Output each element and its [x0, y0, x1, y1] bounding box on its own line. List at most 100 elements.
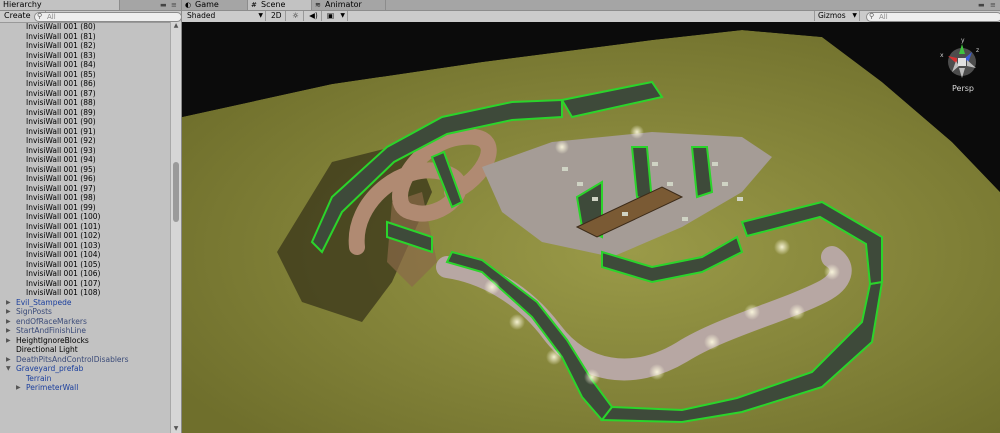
expand-right-icon[interactable]: ▶ [6, 307, 11, 317]
search-icon: ⚲ [869, 12, 875, 20]
hierarchy-item-invisiwall[interactable]: InvisiWall 001 (93) [0, 146, 170, 156]
audio-icon: ◀) [309, 11, 318, 20]
2d-toggle-button[interactable]: 2D [268, 11, 286, 21]
panel-menu-icon[interactable]: ≡ [171, 1, 177, 9]
hierarchy-tabbar: Hierarchy ▬ ≡ [0, 0, 181, 11]
gizmos-label: Gizmos [818, 11, 846, 20]
hierarchy-item-heightignoreblocks[interactable]: ▶ HeightIgnoreBlocks [0, 336, 170, 346]
scrollbar-thumb[interactable] [173, 162, 179, 222]
2d-label: 2D [271, 11, 282, 20]
lighting-toggle-button[interactable]: ☼ [288, 11, 304, 21]
expand-right-icon[interactable]: ▶ [6, 326, 11, 336]
hierarchy-item-invisiwall[interactable]: InvisiWall 001 (107) [0, 279, 170, 289]
tab-animator-label: Animator [325, 0, 362, 9]
hierarchy-item-invisiwall[interactable]: InvisiWall 001 (104) [0, 250, 170, 260]
tab-hierarchy[interactable]: Hierarchy [0, 0, 120, 10]
gizmo-z-label: z [976, 47, 979, 54]
hierarchy-item-invisiwall[interactable]: InvisiWall 001 (95) [0, 165, 170, 175]
tab-animator[interactable]: ≋ Animator [312, 0, 386, 10]
hierarchy-tree: InvisiWall 001 (80) InvisiWall 001 (81) In… [0, 22, 170, 433]
effects-dropdown[interactable]: ▣ ▼ [324, 11, 348, 21]
hierarchy-item-invisiwall[interactable]: InvisiWall 001 (89) [0, 108, 170, 118]
expand-right-icon[interactable]: ▶ [6, 317, 11, 327]
hierarchy-item-deathpitsandcontroldisablers[interactable]: ▶ DeathPitsAndControlDisablers [0, 355, 170, 365]
hierarchy-item-invisiwall[interactable]: InvisiWall 001 (97) [0, 184, 170, 194]
hierarchy-item-invisiwall[interactable]: InvisiWall 001 (99) [0, 203, 170, 213]
hierarchy-item-invisiwall[interactable]: InvisiWall 001 (98) [0, 193, 170, 203]
hierarchy-search-input[interactable]: ⚲ All [34, 12, 182, 22]
hierarchy-item-label: Directional Light [16, 345, 78, 354]
hierarchy-item-perimeterwall[interactable]: ▶ PerimeterWall [0, 383, 170, 393]
game-icon: ◐ [185, 1, 192, 9]
tab-game-label: Game [195, 0, 219, 9]
gizmos-dropdown[interactable]: Gizmos ▼ [814, 11, 860, 21]
hierarchy-item-invisiwall[interactable]: InvisiWall 001 (80) [0, 22, 170, 32]
perspective-label[interactable]: Persp [952, 84, 974, 93]
hierarchy-item-label: PerimeterWall [26, 383, 79, 392]
lock-icon[interactable]: ▬ [160, 1, 167, 9]
scene-render: y x z [182, 22, 1000, 433]
hierarchy-item-directional-light[interactable]: Directional Light [0, 345, 170, 355]
hierarchy-item-invisiwall[interactable]: InvisiWall 001 (108) [0, 288, 170, 298]
hierarchy-item-invisiwall[interactable]: InvisiWall 001 (85) [0, 70, 170, 80]
hierarchy-item-label: Terrain [26, 373, 52, 383]
scene-viewport[interactable]: y x z Persp [182, 22, 1000, 433]
audio-toggle-button[interactable]: ◀) [306, 11, 322, 21]
hierarchy-item-startandfinishline[interactable]: ▶ StartAndFinishLine [0, 326, 170, 336]
hierarchy-item-invisiwall[interactable]: InvisiWall 001 (96) [0, 174, 170, 184]
shading-mode-dropdown[interactable]: Shaded ▼ [184, 11, 266, 21]
hierarchy-item-invisiwall[interactable]: InvisiWall 001 (103) [0, 241, 170, 251]
hierarchy-item-label: SignPosts [16, 307, 52, 316]
expand-right-icon[interactable]: ▶ [6, 298, 11, 308]
scroll-up-icon[interactable]: ▲ [171, 22, 181, 30]
hierarchy-item-label: endOfRaceMarkers [16, 316, 87, 326]
image-effects-icon: ▣ [327, 11, 335, 20]
expand-right-icon[interactable]: ▶ [6, 336, 11, 346]
hierarchy-item-invisiwall[interactable]: InvisiWall 001 (87) [0, 89, 170, 99]
hierarchy-panel: Hierarchy ▬ ≡ Create ▼ ⚲ All InvisiWall … [0, 0, 182, 433]
hierarchy-item-invisiwall[interactable]: InvisiWall 001 (100) [0, 212, 170, 222]
hierarchy-item-invisiwall[interactable]: InvisiWall 001 (82) [0, 41, 170, 51]
hierarchy-item-invisiwall[interactable]: InvisiWall 001 (94) [0, 155, 170, 165]
hierarchy-item-invisiwall[interactable]: InvisiWall 001 (91) [0, 127, 170, 137]
hierarchy-item-label: StartAndFinishLine [16, 326, 86, 335]
tab-scene-label: Scene [261, 0, 286, 9]
hierarchy-item-invisiwall[interactable]: InvisiWall 001 (101) [0, 222, 170, 232]
tab-game[interactable]: ◐ Game [182, 0, 248, 10]
chevron-down-icon: ▼ [852, 12, 857, 19]
hierarchy-item-invisiwall[interactable]: InvisiWall 001 (105) [0, 260, 170, 270]
hierarchy-item-invisiwall[interactable]: InvisiWall 001 (83) [0, 51, 170, 61]
expand-right-icon[interactable]: ▶ [16, 383, 21, 393]
tab-scene[interactable]: # Scene [248, 0, 312, 10]
hierarchy-item-evil-stampede[interactable]: ▶ Evil_Stampede [0, 298, 170, 308]
scroll-down-icon[interactable]: ▼ [171, 425, 181, 433]
chevron-down-icon: ▼ [340, 12, 345, 19]
hierarchy-item-endofracemarkers[interactable]: ▶ endOfRaceMarkers [0, 317, 170, 327]
chevron-down-icon: ▼ [258, 12, 263, 19]
hierarchy-item-label: Graveyard_prefab [16, 364, 84, 373]
hierarchy-item-invisiwall[interactable]: InvisiWall 001 (88) [0, 98, 170, 108]
hierarchy-search-placeholder: All [47, 13, 56, 21]
hierarchy-item-invisiwall[interactable]: InvisiWall 001 (102) [0, 231, 170, 241]
scene-panel: ◐ Game # Scene ≋ Animator ▬ ≡ Shaded ▼ 2… [182, 0, 1000, 433]
lock-icon[interactable]: ▬ [978, 1, 985, 9]
gizmo-x-label: x [940, 52, 944, 59]
hierarchy-item-terrain[interactable]: Terrain [0, 374, 170, 384]
panel-menu-icon[interactable]: ≡ [990, 1, 996, 9]
scene-search-input[interactable]: ⚲ All [866, 12, 1000, 22]
scene-search-placeholder: All [879, 13, 888, 21]
hierarchy-scrollbar[interactable]: ▲ ▼ [170, 22, 181, 433]
hierarchy-item-invisiwall[interactable]: InvisiWall 001 (106) [0, 269, 170, 279]
expand-right-icon[interactable]: ▶ [6, 355, 11, 365]
gizmo-y-label: y [961, 37, 965, 44]
hierarchy-item-invisiwall[interactable]: InvisiWall 001 (92) [0, 136, 170, 146]
hierarchy-tab-label: Hierarchy [3, 0, 42, 9]
hierarchy-item-graveyard-prefab[interactable]: ▼ Graveyard_prefab [0, 364, 170, 374]
expand-down-icon[interactable]: ▼ [6, 364, 11, 374]
hierarchy-item-label: DeathPitsAndControlDisablers [16, 354, 129, 364]
hierarchy-item-invisiwall[interactable]: InvisiWall 001 (81) [0, 32, 170, 42]
hierarchy-item-signposts[interactable]: ▶ SignPosts [0, 307, 170, 317]
hierarchy-item-invisiwall[interactable]: InvisiWall 001 (90) [0, 117, 170, 127]
hierarchy-item-invisiwall[interactable]: InvisiWall 001 (84) [0, 60, 170, 70]
hierarchy-item-invisiwall[interactable]: InvisiWall 001 (86) [0, 79, 170, 89]
